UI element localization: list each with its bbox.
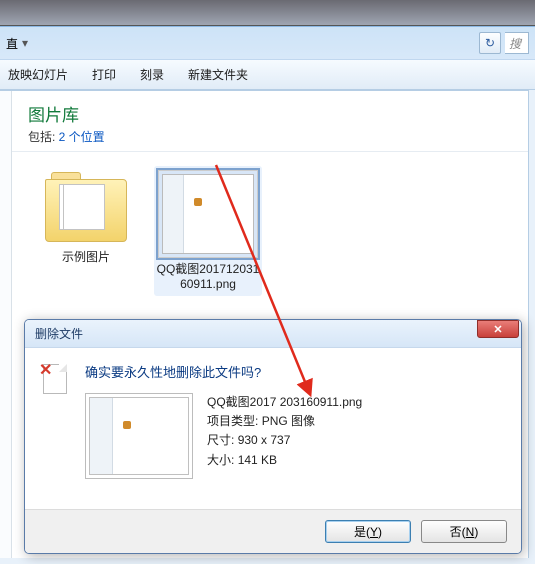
library-sub-prefix: 包括: — [28, 130, 59, 144]
dialog-body: ✕ 确实要永久性地删除此文件吗? QQ截图2017 203160911.png … — [25, 348, 521, 487]
folder-icon — [45, 170, 127, 242]
no-tail: ) — [474, 525, 478, 539]
no-accelerator: N — [466, 525, 475, 539]
dialog-filename: QQ截图2017 203160911.png — [207, 393, 362, 412]
toolbar-burn[interactable]: 刻录 — [140, 66, 164, 83]
yes-button[interactable]: 是(Y) — [325, 520, 411, 543]
toolbar-print[interactable]: 打印 — [92, 66, 116, 83]
delete-dialog: 删除文件 ✕ ✕ 确实要永久性地删除此文件吗? QQ截图2017 2031609… — [24, 319, 522, 554]
toolbar-new-folder[interactable]: 新建文件夹 — [188, 66, 248, 83]
desktop-background-slice — [0, 0, 535, 26]
filesize-value: 141 KB — [238, 453, 277, 467]
library-title: 图片库 — [28, 101, 528, 126]
yes-tail: ) — [378, 525, 382, 539]
search-input[interactable]: 搜 — [505, 32, 529, 54]
dialog-detail: QQ截图2017 203160911.png 项目类型: PNG 图像 尺寸: … — [85, 393, 505, 479]
folder-item[interactable]: 示例图片 — [32, 166, 140, 296]
address-bar-row: 直 ▾ ↻ 搜 — [0, 27, 535, 59]
library-header: 图片库 包括: 2 个位置 — [0, 91, 528, 152]
dialog-close-button[interactable]: ✕ — [477, 320, 519, 338]
sidebar-edge — [0, 91, 12, 558]
file-thumbnail — [158, 170, 258, 258]
type-value: PNG 图像 — [262, 414, 315, 428]
close-icon: ✕ — [493, 323, 502, 336]
dimensions-label: 尺寸: — [207, 433, 234, 447]
command-toolbar: 放映幻灯片 打印 刻录 新建文件夹 — [0, 59, 535, 90]
no-button[interactable]: 否(N) — [421, 520, 507, 543]
yes-accelerator: Y — [370, 525, 378, 539]
item-caption: 示例图片 — [32, 250, 140, 265]
search-placeholder: 搜 — [509, 35, 521, 52]
items-view: 示例图片 QQ截图2017120316091​1.png — [0, 152, 528, 296]
type-label: 项目类型: — [207, 414, 258, 428]
library-locations-link[interactable]: 2 个位置 — [59, 130, 105, 144]
dialog-footer: 是(Y) 否(N) — [25, 509, 521, 553]
delete-file-icon: ✕ — [41, 362, 69, 396]
dialog-file-thumbnail — [85, 393, 193, 479]
item-caption: QQ截图2017120316091​1.png — [154, 262, 262, 292]
dialog-question: 确实要永久性地删除此文件吗? — [85, 362, 505, 381]
dialog-file-info: QQ截图2017 203160911.png 项目类型: PNG 图像 尺寸: … — [207, 393, 362, 479]
filesize-label: 大小: — [207, 453, 234, 467]
yes-label: 是( — [354, 523, 370, 540]
no-label: 否( — [450, 523, 466, 540]
library-subtitle: 包括: 2 个位置 — [28, 128, 528, 145]
refresh-icon: ↻ — [485, 36, 495, 50]
file-item-selected[interactable]: QQ截图2017120316091​1.png — [154, 166, 262, 296]
toolbar-slideshow[interactable]: 放映幻灯片 — [8, 66, 68, 83]
dialog-titlebar[interactable]: 删除文件 ✕ — [25, 320, 521, 348]
dialog-title: 删除文件 — [35, 325, 477, 342]
dimensions-value: 930 x 737 — [238, 433, 291, 447]
refresh-button[interactable]: ↻ — [479, 32, 501, 54]
menu-fragment[interactable]: 直 — [6, 35, 18, 52]
